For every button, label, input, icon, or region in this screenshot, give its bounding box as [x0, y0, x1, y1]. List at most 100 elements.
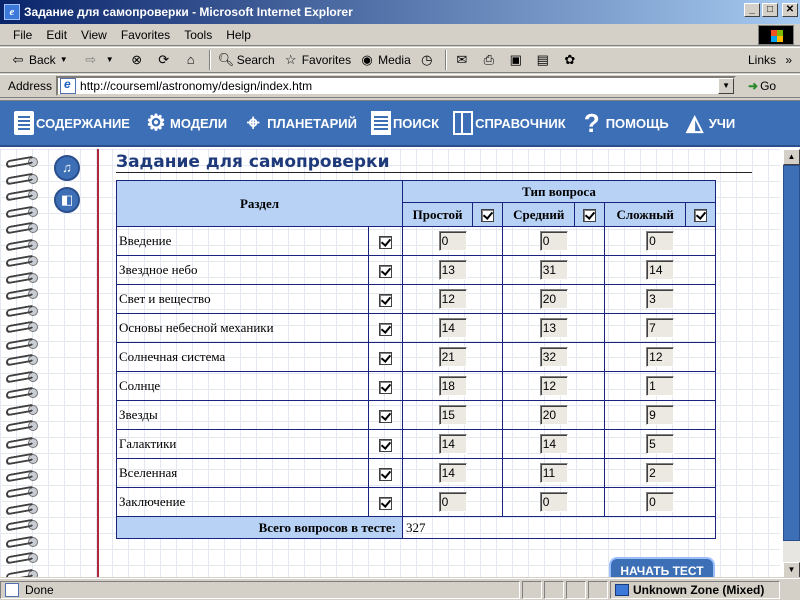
- hard-count-input[interactable]: 0: [646, 231, 675, 251]
- menu-help[interactable]: Help: [219, 28, 258, 42]
- hard-count-input[interactable]: 7: [646, 318, 675, 338]
- links-chevron-icon[interactable]: »: [785, 53, 792, 67]
- medium-count-input[interactable]: 14: [539, 434, 568, 454]
- edit-button[interactable]: ▣: [504, 49, 531, 71]
- hard-count-input[interactable]: 9: [646, 405, 675, 425]
- hard-count-input[interactable]: 1: [646, 376, 675, 396]
- medium-count-input[interactable]: 0: [539, 231, 568, 251]
- easy-cell: 14: [401, 429, 504, 459]
- toolbar-separator: [444, 50, 447, 70]
- col-medium-checkbox[interactable]: [583, 209, 597, 223]
- nav-help[interactable]: ? ПОМОЩЬ: [580, 110, 669, 136]
- address-dropdown-icon[interactable]: ▼: [718, 78, 735, 94]
- nav-models-label: МОДЕЛИ: [169, 115, 228, 131]
- medium-count-input[interactable]: 32: [539, 347, 568, 367]
- speaker-icon[interactable]: ◧: [54, 187, 80, 213]
- easy-count-input[interactable]: 14: [438, 434, 467, 454]
- nav-models[interactable]: ⚙ МОДЕЛИ: [144, 110, 227, 136]
- medium-count-input[interactable]: 20: [539, 289, 568, 309]
- section-checkbox[interactable]: [379, 322, 392, 336]
- medium-count-input[interactable]: 13: [539, 318, 568, 338]
- address-url[interactable]: http://courseml/astronomy/design/index.h…: [80, 79, 312, 93]
- minimize-button[interactable]: _: [744, 3, 760, 17]
- menu-tools[interactable]: Tools: [177, 28, 219, 42]
- media-button[interactable]: ◉ Media: [355, 49, 415, 71]
- stop-button[interactable]: ⊗: [125, 49, 152, 71]
- search-button[interactable]: 🔍︎ Search: [214, 49, 279, 71]
- section-checkbox[interactable]: [379, 438, 392, 452]
- nav-planetarium[interactable]: ⌖ ПЛАНЕТАРИЙ: [241, 110, 357, 136]
- hard-count-input[interactable]: 14: [646, 260, 675, 280]
- hard-count-input[interactable]: 5: [646, 434, 675, 454]
- vertical-scrollbar[interactable]: ▲ ▼: [783, 149, 800, 577]
- easy-count-input[interactable]: 13: [438, 260, 467, 280]
- menu-favorites[interactable]: Favorites: [114, 28, 177, 42]
- nav-reference[interactable]: СПРАВОЧНИК: [453, 111, 566, 135]
- status-text-pane: Done: [0, 580, 520, 599]
- easy-count-input[interactable]: 21: [438, 347, 467, 367]
- easy-count-input[interactable]: 0: [438, 231, 467, 251]
- forward-button[interactable]: ⇨ ▼: [79, 49, 125, 71]
- easy-count-input[interactable]: 12: [438, 289, 467, 309]
- section-checkbox[interactable]: [379, 496, 392, 510]
- section-checkbox[interactable]: [379, 264, 392, 278]
- back-dropdown-icon[interactable]: ▼: [56, 52, 72, 68]
- gears-icon: ⚙: [146, 110, 166, 135]
- messenger-button[interactable]: ✿: [558, 49, 585, 71]
- back-button[interactable]: ⇦ Back ▼: [6, 49, 79, 71]
- col-easy-checkbox[interactable]: [481, 209, 495, 223]
- easy-count-input[interactable]: 18: [438, 376, 467, 396]
- section-name: Заключение: [116, 487, 369, 517]
- medium-count-input[interactable]: 31: [539, 260, 568, 280]
- menu-file[interactable]: File: [6, 28, 39, 42]
- print-button[interactable]: ⎙: [477, 49, 504, 71]
- spiral-ring: [6, 320, 42, 334]
- medium-count-input[interactable]: 12: [539, 376, 568, 396]
- easy-count-input[interactable]: 0: [438, 492, 467, 512]
- scroll-down-icon[interactable]: ▼: [783, 562, 800, 577]
- section-checkbox[interactable]: [379, 235, 392, 249]
- home-button[interactable]: ⌂: [179, 49, 206, 71]
- easy-count-input[interactable]: 15: [438, 405, 467, 425]
- discuss-button[interactable]: ▤: [531, 49, 558, 71]
- scroll-thumb[interactable]: [783, 165, 800, 541]
- menu-edit[interactable]: Edit: [39, 28, 74, 42]
- status-pane: [544, 580, 564, 599]
- spiral-ring: [6, 271, 42, 285]
- menu-view[interactable]: View: [74, 28, 114, 42]
- hard-count-input[interactable]: 3: [646, 289, 675, 309]
- security-zone: Unknown Zone (Mixed): [610, 580, 780, 599]
- refresh-button[interactable]: ⟳: [152, 49, 179, 71]
- nav-learn[interactable]: ◭ УЧИ: [683, 110, 735, 136]
- section-checkbox[interactable]: [379, 351, 392, 365]
- go-button[interactable]: ➜ Go: [748, 79, 776, 93]
- quiz-table: Раздел Тип вопроса Простой Средний Сложн…: [116, 180, 716, 539]
- history-button[interactable]: ◷: [415, 49, 442, 71]
- start-test-button[interactable]: НАЧАТЬ ТЕСТ: [609, 557, 715, 577]
- section-checkbox[interactable]: [379, 293, 392, 307]
- nav-contents[interactable]: СОДЕРЖАНИЕ: [14, 111, 130, 135]
- address-input[interactable]: http://courseml/astronomy/design/index.h…: [56, 76, 737, 96]
- medium-count-input[interactable]: 0: [539, 492, 568, 512]
- links-label[interactable]: Links: [748, 53, 776, 67]
- close-button[interactable]: ✕: [782, 3, 798, 17]
- mail-icon: ✉: [456, 52, 468, 67]
- hard-count-input[interactable]: 0: [646, 492, 675, 512]
- favorites-button[interactable]: ☆ Favorites: [279, 49, 355, 71]
- section-checkbox[interactable]: [379, 409, 392, 423]
- nav-search[interactable]: ПОИСК: [370, 111, 439, 135]
- music-note-icon[interactable]: ♫: [54, 155, 80, 181]
- medium-count-input[interactable]: 11: [539, 463, 568, 483]
- mail-button[interactable]: ✉: [450, 49, 477, 71]
- hard-count-input[interactable]: 2: [646, 463, 675, 483]
- easy-count-input[interactable]: 14: [438, 318, 467, 338]
- forward-dropdown-icon[interactable]: ▼: [102, 52, 118, 68]
- section-checkbox[interactable]: [379, 467, 392, 481]
- maximize-button[interactable]: □: [762, 3, 778, 17]
- easy-count-input[interactable]: 14: [438, 463, 467, 483]
- medium-count-input[interactable]: 20: [539, 405, 568, 425]
- scroll-up-icon[interactable]: ▲: [783, 149, 800, 165]
- section-checkbox[interactable]: [379, 380, 392, 394]
- col-hard-checkbox[interactable]: [694, 209, 707, 223]
- hard-count-input[interactable]: 12: [646, 347, 675, 367]
